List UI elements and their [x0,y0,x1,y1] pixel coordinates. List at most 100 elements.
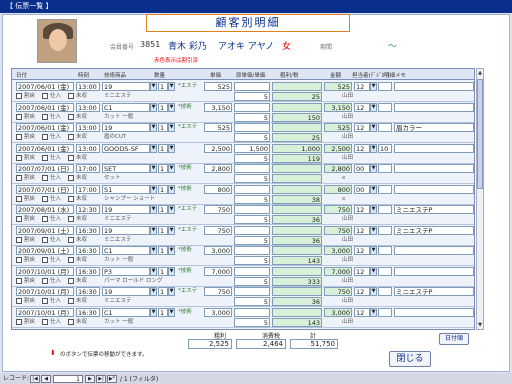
staff-dropdown-icon[interactable]: ▼ [370,102,377,112]
purchase-checkbox[interactable] [42,318,48,325]
qty-dropdown-icon[interactable]: ▼ [168,246,175,255]
cost-field[interactable] [234,205,270,214]
time-field[interactable]: 13:00 [76,82,100,91]
qty-field[interactable]: 1 [158,287,168,296]
qty-dropdown-icon[interactable]: ▼ [168,266,175,276]
cost-field[interactable] [234,82,270,91]
price-field[interactable]: 750 [204,287,232,296]
sub-qty-field[interactable]: 5 [234,112,270,122]
item-dropdown-icon[interactable]: ▼ [150,184,157,194]
staff-dropdown-icon[interactable]: ▼ [370,225,377,235]
memo-field[interactable]: ミニエステP [394,225,474,235]
unsettled-checkbox[interactable] [68,277,74,284]
table-row[interactable]: 2007/07/01 (日) 17:00 SET ▼ 1 ▼ *技術 2,800 2,800 00… [12,163,474,184]
staff-code-field[interactable]: 00 [354,184,370,194]
qty-dropdown-icon[interactable]: ▼ [168,307,175,317]
table-row[interactable]: 2007/06/01 (金) 13:00 19 ▼ 1 ▼ *エステ 525 525 12 ▼ 割戻仕… [12,81,474,102]
unsettled-checkbox[interactable] [68,175,74,181]
qty-dropdown-icon[interactable]: ▼ [168,205,175,214]
item-code-field[interactable]: 19 [102,225,150,235]
item-dropdown-icon[interactable]: ▼ [150,102,157,112]
qty-dropdown-icon[interactable]: ▼ [168,143,175,153]
qty-dropdown-icon[interactable]: ▼ [168,225,175,235]
sub-qty-field[interactable]: 5 [234,297,270,306]
last-record-icon[interactable]: ▶| [96,375,106,383]
prev-record-icon[interactable]: ◀ [41,375,51,383]
purchase-checkbox[interactable] [42,154,48,161]
staff-code-field[interactable]: 12 [354,82,370,91]
close-button[interactable]: 閉じる [389,351,431,367]
time-field[interactable]: 16:30 [76,287,100,296]
staff-code-field[interactable]: 12 [354,123,370,132]
qty-field[interactable]: 1 [158,82,168,91]
scroll-up-icon[interactable]: ▲ [477,69,483,77]
extra-field[interactable] [378,164,392,173]
item-code-field[interactable]: P3 [102,266,150,276]
time-field[interactable]: 13:00 [76,143,100,153]
memo-field[interactable]: ミニエステP [394,287,474,296]
table-row[interactable]: 2007/06/01 (金) 13:00 19 ▼ 1 ▼ *エステ 525 525 12 ▼ 眉カラ… [12,122,474,143]
qty-field[interactable]: 1 [158,102,168,112]
cost-field[interactable] [234,287,270,296]
price-field[interactable]: 800 [204,184,232,194]
table-row[interactable]: 2007/10/01 (月) 16:30 P3 ▼ 1 ▼ *技術 7,000 7,000 12 ▼… [12,266,474,287]
memo-field[interactable]: ミニエステP [394,205,474,214]
qty-dropdown-icon[interactable]: ▼ [168,184,175,194]
time-field[interactable]: 13:00 [76,123,100,132]
date-field[interactable]: 2007/09/01 (土) [16,246,74,255]
extra-field[interactable] [378,307,392,317]
staff-code-field[interactable]: 12 [354,307,370,317]
time-field[interactable]: 12:30 [76,205,100,214]
extra-field[interactable]: 10 [378,143,392,153]
unsettled-checkbox[interactable] [68,93,74,99]
discount-checkbox[interactable] [16,318,22,325]
table-row[interactable]: 2007/08/01 (水) 12:30 19 ▼ 1 ▼ *エステ 750 750 12 ▼ ミニエ… [12,204,474,225]
extra-field[interactable] [378,184,392,194]
qty-field[interactable]: 1 [158,164,168,173]
purchase-checkbox[interactable] [42,93,48,99]
qty-dropdown-icon[interactable]: ▼ [168,164,175,173]
item-dropdown-icon[interactable]: ▼ [150,225,157,235]
unsettled-checkbox[interactable] [68,257,74,263]
price-field[interactable]: 3,000 [204,307,232,317]
sub-qty-field[interactable]: 5 [234,174,270,183]
sub-qty-field[interactable]: 5 [234,133,270,142]
staff-dropdown-icon[interactable]: ▼ [370,205,377,214]
staff-dropdown-icon[interactable]: ▼ [370,287,377,296]
extra-field[interactable] [378,266,392,276]
staff-code-field[interactable]: 12 [354,266,370,276]
staff-dropdown-icon[interactable]: ▼ [370,82,377,91]
memo-field[interactable]: 眉カラー [394,123,474,132]
staff-dropdown-icon[interactable]: ▼ [370,307,377,317]
unsettled-checkbox[interactable] [68,236,74,243]
date-order-button[interactable]: 日付順 [439,333,469,345]
staff-dropdown-icon[interactable]: ▼ [370,143,377,153]
time-field[interactable]: 16:30 [76,246,100,255]
staff-code-field[interactable]: 12 [354,225,370,235]
qty-field[interactable]: 1 [158,143,168,153]
table-row[interactable]: 2007/09/01 (土) 16:30 19 ▼ 1 ▼ *エステ 750 750 12 ▼ ミニエ… [12,225,474,246]
purchase-checkbox[interactable] [42,236,48,243]
date-field[interactable]: 2007/09/01 (土) [16,225,74,235]
unsettled-checkbox[interactable] [68,298,74,304]
item-dropdown-icon[interactable]: ▼ [150,143,157,153]
sub-qty-field[interactable]: 5 [234,256,270,265]
time-field[interactable]: 13:00 [76,102,100,112]
first-record-icon[interactable]: |◀ [30,375,40,383]
staff-dropdown-icon[interactable]: ▼ [370,164,377,173]
scroll-thumb[interactable] [477,79,483,189]
qty-dropdown-icon[interactable]: ▼ [168,102,175,112]
discount-checkbox[interactable] [16,257,22,263]
item-dropdown-icon[interactable]: ▼ [150,123,157,132]
record-number-input[interactable]: 1 [53,375,83,383]
time-field[interactable]: 16:30 [76,266,100,276]
cost-field[interactable] [234,102,270,112]
extra-field[interactable] [378,82,392,91]
discount-checkbox[interactable] [16,154,22,161]
table-row[interactable]: 2007/09/01 (土) 16:30 C1 ▼ 1 ▼ *技術 3,000 3,000 12 ▼… [12,245,474,266]
cost-field[interactable] [234,246,270,255]
memo-field[interactable] [394,266,474,276]
qty-field[interactable]: 1 [158,266,168,276]
qty-field[interactable]: 1 [158,307,168,317]
sub-qty-field[interactable]: 5 [234,215,270,224]
